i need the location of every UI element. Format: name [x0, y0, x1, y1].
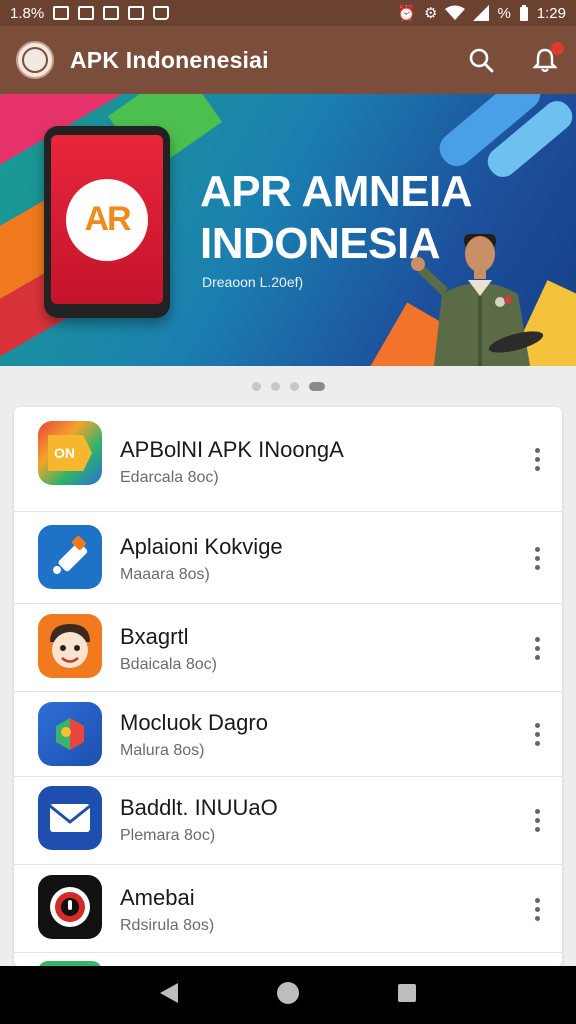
gear-icon: ⚙ [424, 4, 438, 22]
app-subtitle: Edarcala 8oc) [120, 469, 219, 486]
notification-badge [551, 42, 564, 55]
carousel-indicator [0, 380, 576, 392]
banner-subtitle: Dreaoon L.20ef) [202, 274, 304, 290]
mail-icon [38, 786, 102, 850]
promo-banner[interactable]: AR APR AMNEIA INDONESIA Dreaoon L.20ef) [0, 94, 576, 366]
phone-logo: AR [66, 178, 148, 261]
list-item[interactable]: Aplaioni Kokvige Maaara 8os) [14, 512, 562, 604]
notification-icon [78, 6, 95, 20]
app-subtitle: Maaara 8os) [120, 566, 210, 583]
search-button[interactable] [466, 45, 496, 75]
battery-percent: % [497, 4, 511, 22]
bag-icon [153, 6, 170, 20]
battery-icon [519, 5, 528, 21]
more-options-button[interactable] [526, 894, 548, 924]
screen: 1.8% ⏰ ⚙ % 1:29 APK Indonenesiai AR APR … [0, 0, 576, 1024]
app-subtitle: Malura 8os) [120, 742, 205, 759]
app-subtitle: Rdsirula 8os) [120, 917, 215, 934]
clock: 1:29 [536, 4, 566, 22]
list-item[interactable]: ON APBolNI APK INoongA Edarcala 8oc) [14, 407, 562, 512]
more-options-button[interactable] [526, 444, 548, 474]
notification-icon [128, 6, 145, 20]
more-options-button[interactable] [526, 719, 548, 749]
cartoon-face-icon [38, 614, 102, 678]
more-options-button[interactable] [526, 805, 548, 835]
carousel-dot[interactable] [270, 381, 280, 391]
back-button[interactable] [158, 981, 180, 1010]
map-pin-icon [38, 702, 102, 766]
app-title: APBolNI APK INoongA [120, 437, 344, 462]
search-icon [469, 48, 494, 73]
app-title: Bxagrtl [120, 624, 189, 649]
status-bar: 1.8% ⏰ ⚙ % 1:29 [0, 0, 576, 26]
app-title: Amebai [120, 885, 195, 910]
recents-icon [398, 983, 416, 1002]
notifications-button[interactable] [530, 42, 564, 75]
carousel-dot-active[interactable] [308, 381, 325, 391]
banner-title-line1: APR AMNEIA [200, 167, 473, 216]
list-item[interactable]: Baddlt. INUUaO Plemara 8oc) [14, 777, 562, 865]
app-subtitle: Bdaicala 8oc) [120, 656, 217, 673]
on-logo-icon: ON [38, 421, 102, 485]
app-title: Mocluok Dagro [120, 710, 268, 735]
back-icon [160, 982, 178, 1003]
person-illustration [411, 234, 544, 366]
signal-icon [473, 5, 490, 21]
app-title: APK Indonenesiai [70, 46, 269, 73]
app-list: ON APBolNI APK INoongA Edarcala 8oc) Apl… [14, 407, 562, 967]
more-options-button[interactable] [526, 543, 548, 573]
phone-illustration: AR [44, 126, 170, 318]
on-logo-text: ON [54, 445, 75, 461]
list-item[interactable]: Amebai Rdsirula 8os) [14, 865, 562, 953]
wifi-icon [445, 5, 466, 20]
recents-button[interactable] [396, 982, 418, 1009]
app-logo-icon [16, 41, 54, 79]
carousel-dot[interactable] [251, 381, 261, 391]
alarm-icon: ⏰ [397, 4, 416, 22]
app-bar: APK Indonenesiai [0, 26, 576, 94]
app-title: Baddlt. INUUaO [120, 795, 278, 820]
home-button[interactable] [276, 981, 300, 1010]
record-icon [38, 875, 102, 939]
notification-icon [53, 6, 70, 20]
app-subtitle: Plemara 8oc) [120, 827, 216, 844]
navigation-bar [0, 966, 576, 1024]
notification-icon [103, 6, 120, 20]
brush-icon [38, 525, 102, 589]
more-options-button[interactable] [526, 633, 548, 663]
home-icon [277, 981, 299, 1004]
list-item[interactable]: Bxagrtl Bdaicala 8oc) [14, 604, 562, 692]
carousel-dot[interactable] [289, 381, 299, 391]
status-left-text: 1.8% [10, 4, 45, 22]
list-item[interactable]: Mocluok Dagro Malura 8os) [14, 692, 562, 777]
app-title: Aplaioni Kokvige [120, 534, 283, 559]
